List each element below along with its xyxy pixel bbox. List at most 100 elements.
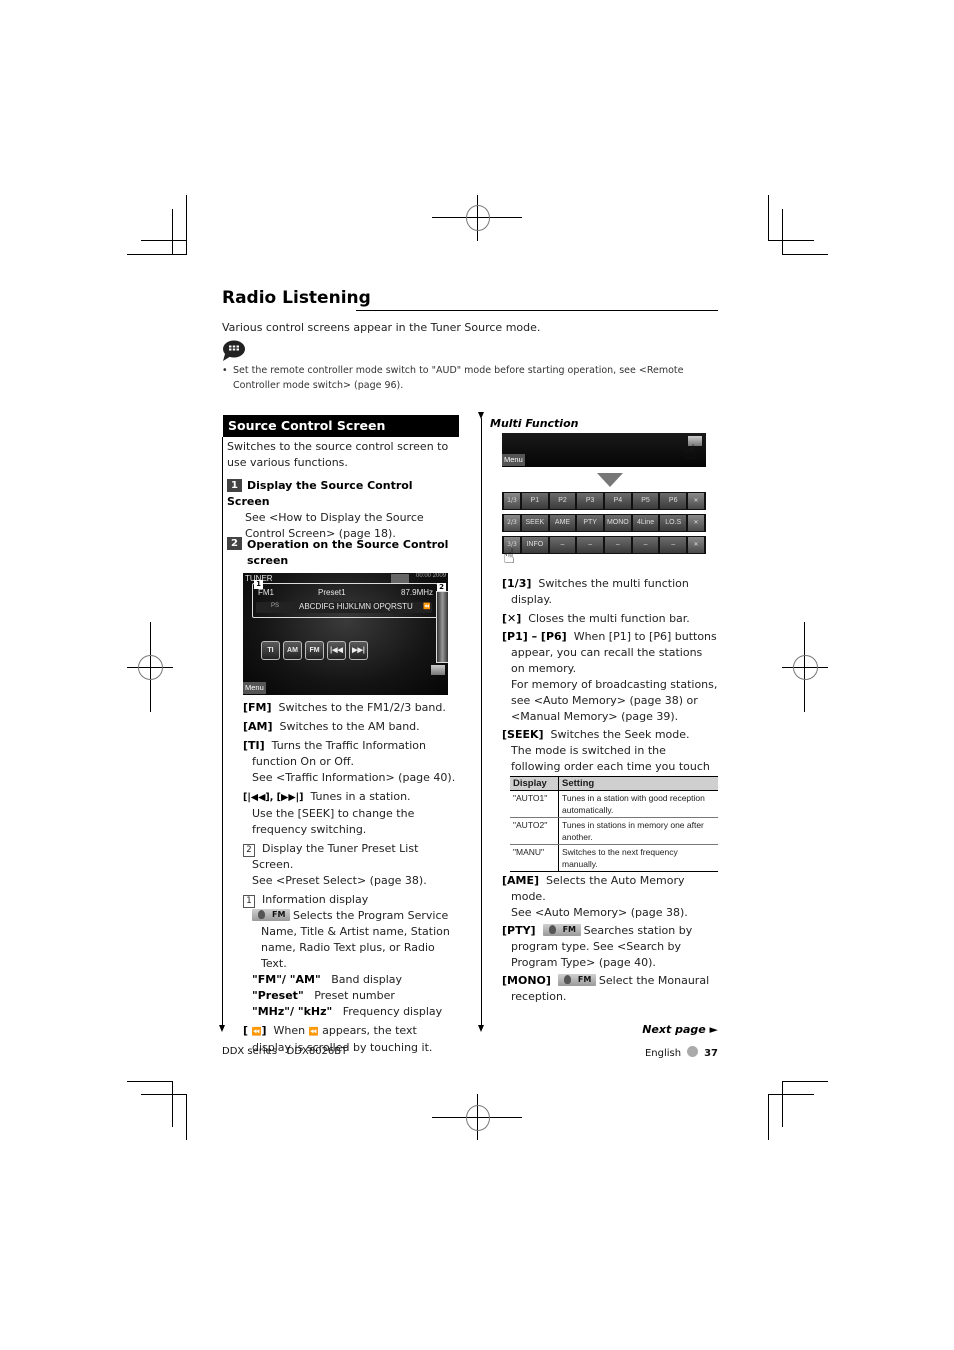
am-button[interactable]: AM bbox=[283, 641, 302, 660]
item-ti: [TI] Turns the Traffic Information funct… bbox=[243, 739, 456, 784]
ps-label: PS bbox=[271, 603, 280, 609]
empty-button[interactable]: – bbox=[605, 537, 631, 553]
note-speech-bubble-icon bbox=[222, 340, 246, 362]
note-body: Set the remote controller mode switch to… bbox=[233, 365, 684, 391]
next-page-link[interactable]: Next page ► bbox=[642, 1023, 718, 1036]
los-button[interactable]: LO.S bbox=[660, 515, 687, 531]
scroll-icon[interactable]: ⏪ bbox=[423, 603, 430, 610]
item-mono: [MONO] FM Select the Monaural reception. bbox=[502, 974, 710, 1003]
item-presets: [P1] – [P6] When [P1] to [P6] buttons ap… bbox=[502, 630, 718, 723]
item-am: [AM] Switches to the AM band. bbox=[243, 720, 420, 733]
footer-model: DDX series DDX8026BT bbox=[222, 1046, 348, 1057]
footer-page: English 37 bbox=[645, 1046, 718, 1059]
close-icon[interactable]: ✕ bbox=[688, 515, 705, 531]
section-header: Source Control Screen bbox=[223, 415, 459, 437]
arrow-down-icon bbox=[219, 1025, 225, 1032]
section-description: Switches to the source control screen to… bbox=[227, 440, 449, 469]
p4-button[interactable]: P4 bbox=[605, 493, 631, 509]
item-pty: [PTY] FM Searches station by program type… bbox=[502, 924, 693, 969]
table-header: Setting bbox=[558, 776, 718, 791]
multi-function-toggle[interactable] bbox=[431, 665, 445, 675]
seek-forward-button[interactable]: ▶▶| bbox=[349, 641, 368, 660]
clock: 00:00 2009 bbox=[416, 573, 447, 579]
page-toggle-button[interactable]: 1/3 bbox=[504, 493, 520, 509]
item-seek-buttons: [|◀◀], [▶▶|] Tunes in a station. Use the … bbox=[243, 790, 415, 836]
step-number: 2 bbox=[227, 537, 242, 550]
title-underline bbox=[356, 310, 718, 311]
multi-function-heading: Multi Function bbox=[490, 417, 579, 430]
fm-button[interactable]: FM bbox=[305, 641, 324, 660]
page-number: 37 bbox=[704, 1048, 718, 1059]
arrow-down-icon bbox=[478, 412, 484, 419]
information-display[interactable]: 1 FM1 Preset1 87.9MHz PS ABCDIFG HIJKLMN… bbox=[252, 580, 438, 618]
intro-text: Various control screens appear in the Tu… bbox=[222, 321, 541, 334]
preset-display: Preset1 bbox=[318, 588, 346, 597]
table-cell: "MANU" bbox=[510, 844, 559, 872]
page-title: Radio Listening bbox=[222, 288, 371, 308]
step-number: 1 bbox=[227, 479, 242, 492]
note-text: • Set the remote controller mode switch … bbox=[222, 363, 718, 393]
scroll-icon: ⏪ bbox=[308, 1027, 319, 1036]
footer-language: English bbox=[644, 1048, 682, 1059]
table-cell: "AUTO1" bbox=[510, 790, 559, 818]
page-toggle-button[interactable]: 2/3 bbox=[504, 515, 520, 531]
fm-mode-icon: FM bbox=[252, 909, 290, 921]
item-close: [✕] Closes the multi function bar. bbox=[502, 612, 690, 625]
touch-hand-icon: ☝ bbox=[684, 440, 697, 464]
source-control-screenshot: TUNER 00:00 2009 1 FM1 Preset1 87.9MHz P… bbox=[243, 573, 448, 695]
preset-list-strip[interactable] bbox=[436, 591, 448, 663]
mono-button[interactable]: MONO bbox=[605, 515, 631, 531]
ti-button[interactable]: TI bbox=[261, 641, 280, 660]
ame-button[interactable]: AME bbox=[549, 515, 576, 531]
multi-function-bar-3: 3/3 INFO – – – – – ✕ bbox=[502, 536, 706, 554]
step-2: 2 Operation on the Source Control screen bbox=[227, 537, 457, 569]
close-icon[interactable]: ✕ bbox=[688, 493, 705, 509]
item-preset-list: 2 Display the Tuner Preset List Screen. Se… bbox=[243, 841, 459, 889]
4line-button[interactable]: 4Line bbox=[632, 515, 659, 531]
column-rule-middle bbox=[481, 418, 482, 1025]
preset-list-button[interactable] bbox=[391, 574, 409, 583]
empty-button[interactable]: – bbox=[549, 537, 576, 553]
p2-button[interactable]: P2 bbox=[549, 493, 576, 509]
empty-button[interactable]: – bbox=[660, 537, 687, 553]
table-row: "AUTO2" Tunes in stations in memory one a… bbox=[510, 817, 718, 845]
column-rule-left bbox=[222, 437, 223, 1025]
pty-button[interactable]: PTY bbox=[577, 515, 604, 531]
item-ame: [AME] Selects the Auto Memory mode. See <… bbox=[502, 874, 688, 919]
multi-function-before-screenshot: Menu bbox=[502, 433, 706, 467]
table-row: "AUTO1" Tunes in a station with good rece… bbox=[510, 790, 718, 818]
item-fm-icon: FM Selects the Program Service Name, Titl… bbox=[243, 908, 459, 972]
item-info-display: 1 Information display bbox=[243, 892, 459, 908]
table-cell: Tunes in a station with good reception a… bbox=[558, 790, 718, 818]
p5-button[interactable]: P5 bbox=[632, 493, 659, 509]
table-cell: Tunes in stations in memory one after an… bbox=[558, 817, 718, 845]
touch-hand-icon: ☝ bbox=[503, 544, 516, 568]
empty-button[interactable]: – bbox=[632, 537, 659, 553]
menu-button[interactable]: Menu bbox=[502, 454, 525, 466]
menu-button[interactable]: Menu bbox=[243, 682, 266, 694]
p6-button[interactable]: P6 bbox=[660, 493, 687, 509]
step-title: Operation on the Source Control screen bbox=[247, 538, 449, 567]
bullet: • bbox=[222, 365, 228, 376]
seek-back-button[interactable]: |◀◀ bbox=[327, 641, 346, 660]
p1-button[interactable]: P1 bbox=[522, 493, 548, 509]
table-row: "MANU" Switches to the next frequency man… bbox=[510, 844, 718, 872]
multi-function-bar-2: 2/3 SEEK AME PTY MONO 4Line LO.S ✕ bbox=[502, 514, 706, 532]
frequency-display: 87.9MHz bbox=[401, 588, 434, 597]
seek-button[interactable]: SEEK bbox=[522, 515, 548, 531]
band-display: FM1 bbox=[258, 588, 274, 597]
page-dot-icon bbox=[687, 1046, 699, 1057]
info-button[interactable]: INFO bbox=[522, 537, 548, 553]
seek-mode-table: Display Setting "AUTO1" Tunes in a statio… bbox=[510, 776, 718, 872]
triangle-down-icon bbox=[597, 473, 623, 487]
step-1: 1 Display the Source Control Screen See <… bbox=[227, 478, 457, 542]
empty-button[interactable]: – bbox=[577, 537, 604, 553]
def-band: "FM"/ "AM" Band display bbox=[252, 973, 402, 986]
close-icon[interactable]: ✕ bbox=[688, 537, 705, 553]
right-items: [1/3] Switches the multi function displa… bbox=[502, 576, 718, 791]
p3-button[interactable]: P3 bbox=[577, 493, 604, 509]
table-header: Display bbox=[510, 776, 559, 791]
item-page-toggle: [1/3] Switches the multi function displa… bbox=[502, 577, 689, 606]
step-title: Display the Source Control Screen bbox=[227, 479, 413, 508]
radio-text: ABCDIFG HIJKLMN OPQRSTU bbox=[299, 602, 413, 611]
